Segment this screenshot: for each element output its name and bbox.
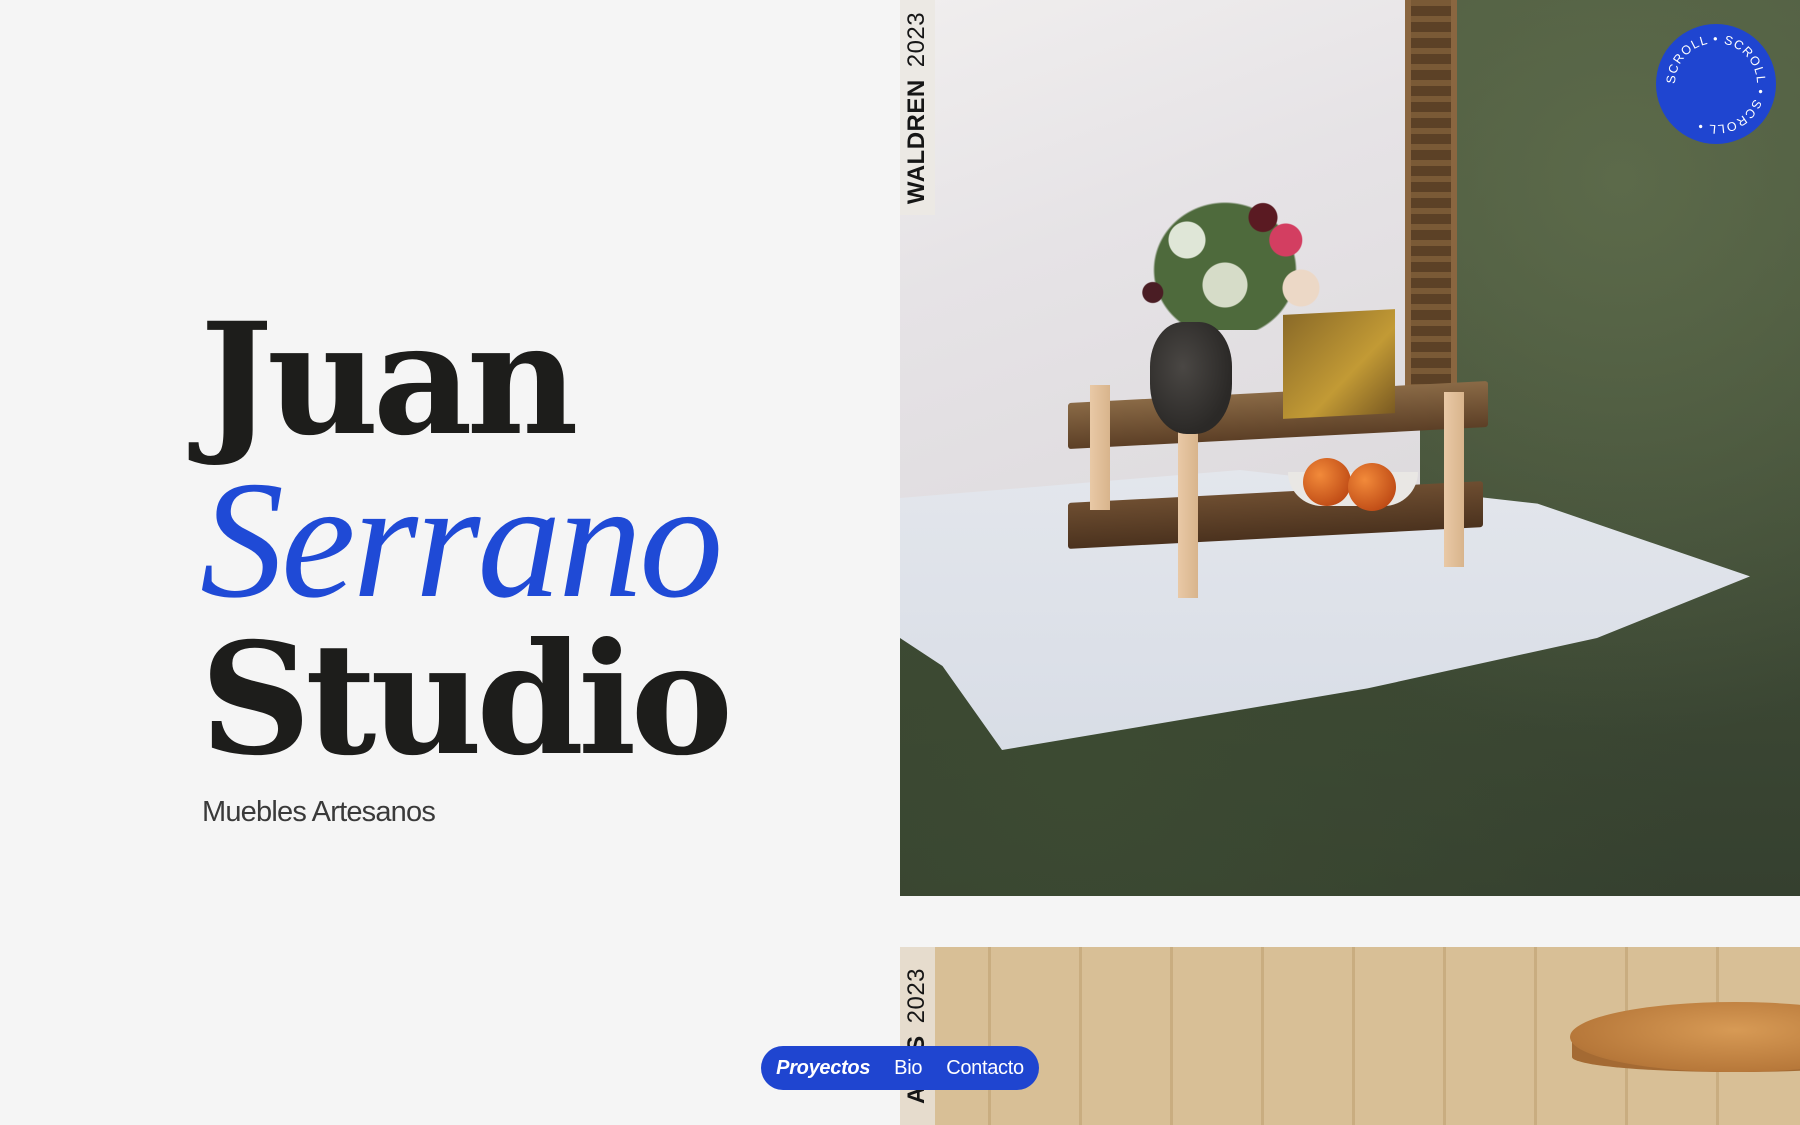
page: Juan Serrano Studio Muebles Artesanos WA… xyxy=(0,0,1800,1125)
scroll-circle-icon: SCROLL • SCROLL • SCROLL • xyxy=(1664,32,1768,136)
flower-bouquet xyxy=(1130,180,1320,330)
orange xyxy=(1348,463,1396,511)
hero-title: Juan Serrano Studio xyxy=(200,289,733,790)
vase xyxy=(1150,322,1232,434)
nav-item-contacto[interactable]: Contacto xyxy=(946,1057,1024,1080)
project-label-text: WALDREN 2023 xyxy=(904,11,932,203)
project-year: 2023 xyxy=(903,967,931,1024)
project-year: 2023 xyxy=(903,11,931,67)
bottom-nav: Proyectos Bio Contacto xyxy=(761,1046,1039,1090)
nav-item-proyectos[interactable]: Proyectos xyxy=(776,1057,870,1080)
hero-subtitle: Muebles Artesanos xyxy=(202,796,436,828)
shelf-leg xyxy=(1178,428,1198,598)
project-card-alos[interactable]: ALOS2023 xyxy=(900,947,1800,1125)
brass-box xyxy=(1283,309,1395,419)
project-label: ALOS2023 xyxy=(900,947,935,1125)
project-image-interior-table[interactable] xyxy=(900,947,1800,1125)
hero-title-juan: Juan xyxy=(200,289,579,470)
shelf-leg xyxy=(1090,385,1110,510)
project-label: WALDREN 2023 xyxy=(900,0,935,215)
shelf-leg xyxy=(1444,392,1464,567)
hero-title-studio: Studio xyxy=(200,609,733,790)
scroll-badge-text: SCROLL • SCROLL • SCROLL • xyxy=(1664,32,1768,136)
scroll-badge[interactable]: SCROLL • SCROLL • SCROLL • xyxy=(1656,24,1776,144)
hero-title-serrano: Serrano xyxy=(200,447,723,633)
wooden-ladder xyxy=(1405,0,1457,400)
project-name: WALDREN xyxy=(903,78,931,204)
orange xyxy=(1303,458,1351,506)
nav-item-bio[interactable]: Bio xyxy=(894,1057,922,1080)
